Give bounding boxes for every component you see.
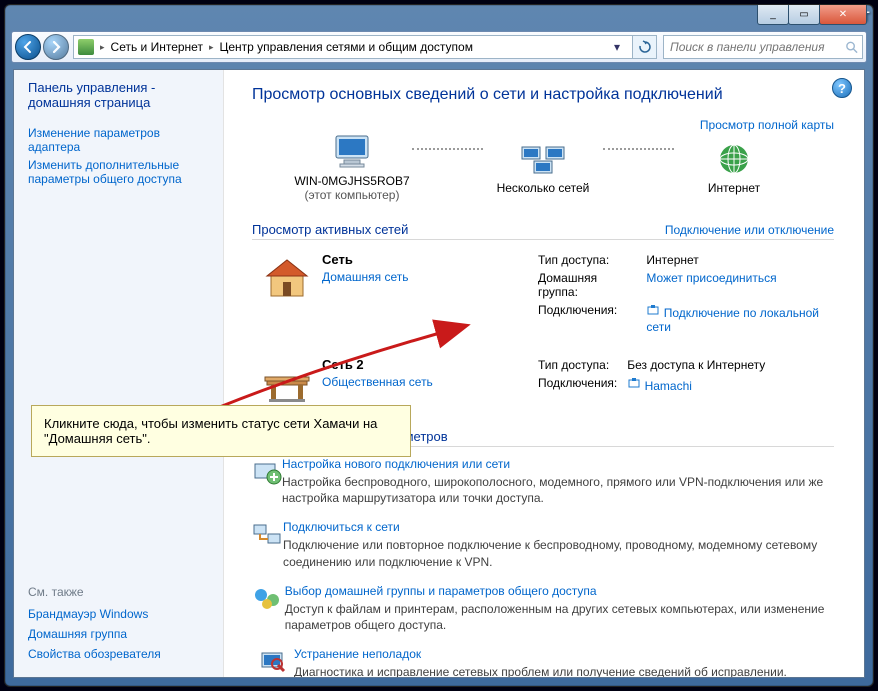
map-node-internet-label: Интернет: [664, 181, 804, 195]
net1-connections-label: Подключения:: [534, 302, 640, 335]
task-connect-network-desc: Подключение или повторное подключение к …: [283, 537, 834, 569]
navigation-bar: ▸ Сеть и Интернет ▸ Центр управления сет…: [11, 31, 867, 63]
seealso-title: См. также: [28, 585, 211, 599]
task-new-connection[interactable]: Настройка нового подключения или сети На…: [252, 457, 834, 506]
task-homegroup-sharing[interactable]: Выбор домашней группы и параметров общег…: [252, 584, 834, 633]
connect-network-icon: [252, 520, 283, 569]
task-homegroup-title: Выбор домашней группы и параметров общег…: [285, 584, 834, 598]
close-icon: ✕: [839, 9, 847, 20]
net2-access-label: Тип доступа:: [534, 357, 621, 373]
breadcrumb-seg1[interactable]: Сеть и Интернет: [111, 40, 203, 54]
refresh-button[interactable]: [633, 35, 657, 59]
address-bar[interactable]: ▸ Сеть и Интернет ▸ Центр управления сет…: [73, 35, 633, 59]
full-map-link[interactable]: Просмотр полной карты: [700, 118, 834, 132]
task-new-connection-title: Настройка нового подключения или сети: [282, 457, 834, 471]
map-connection: [603, 148, 674, 150]
net1-access-value: Интернет: [642, 252, 832, 268]
titlebar: _ ▭ ✕: [5, 5, 873, 31]
annotation-callout: Кликните сюда, чтобы изменить статус сет…: [31, 405, 411, 457]
sidebar-link-browser-properties[interactable]: Свойства обозревателя: [28, 647, 211, 661]
refresh-icon: [638, 40, 652, 54]
breadcrumb-chevron[interactable]: ▸: [207, 42, 216, 53]
task-connect-network-title: Подключиться к сети: [283, 520, 834, 534]
sidebar-link-firewall[interactable]: Брандмауэр Windows: [28, 607, 211, 621]
arrow-right-icon: [49, 40, 63, 54]
minimize-icon: _: [770, 9, 776, 20]
section-active-networks-label: Просмотр активных сетей: [252, 222, 408, 237]
task-troubleshoot-desc: Диагностика и исправление сетевых пробле…: [294, 664, 787, 677]
network1-type-link[interactable]: Домашняя сеть: [322, 270, 408, 284]
breadcrumb-seg2[interactable]: Центр управления сетями и общим доступом: [219, 40, 473, 54]
map-connection: [412, 148, 483, 150]
task-troubleshoot-title: Устранение неполадок: [294, 647, 787, 661]
network-map: WIN-0MGJHS5ROB7 (этот компьютер) Несколь…: [252, 132, 834, 206]
arrow-left-icon: [21, 40, 35, 54]
map-node-multi-label: Несколько сетей: [473, 181, 613, 195]
task-connect-network[interactable]: Подключиться к сети Подключение или повт…: [252, 520, 834, 569]
control-panel-icon: [78, 39, 94, 55]
sidebar-link-homegroup[interactable]: Домашняя группа: [28, 627, 211, 641]
search-input[interactable]: [668, 39, 845, 55]
help-button[interactable]: ?: [832, 78, 852, 98]
map-node-internet[interactable]: Интернет: [664, 139, 804, 195]
search-icon: [845, 40, 858, 54]
close-button[interactable]: ✕: [819, 5, 867, 25]
network1-name: Сеть: [322, 252, 532, 267]
sidebar-link-sharing-settings[interactable]: Изменить дополнительные параметры общего…: [28, 158, 211, 186]
breadcrumb-chevron[interactable]: ▸: [98, 42, 107, 53]
map-node-multi-networks[interactable]: Несколько сетей: [473, 139, 613, 195]
sidebar-link-adapter-settings[interactable]: Изменение параметров адаптера: [28, 126, 211, 154]
net2-connection-link[interactable]: Hamachi: [645, 379, 692, 393]
networks-icon: [473, 139, 613, 179]
search-box[interactable]: [663, 35, 863, 59]
map-node-this-pc[interactable]: WIN-0MGJHS5ROB7 (этот компьютер): [282, 132, 422, 202]
net1-connection-link[interactable]: Подключение по локальной сети: [646, 306, 819, 334]
back-button[interactable]: [15, 34, 41, 60]
globe-icon: [664, 139, 804, 179]
maximize-button[interactable]: ▭: [788, 5, 820, 25]
forward-button[interactable]: [43, 34, 69, 60]
address-dropdown-button[interactable]: ▾: [606, 36, 628, 58]
net1-homegroup-label: Домашняя группа:: [534, 270, 640, 300]
page-title: Просмотр основных сведений о сети и наст…: [252, 86, 834, 104]
task-homegroup-desc: Доступ к файлам и принтерам, расположенн…: [285, 601, 834, 633]
net1-access-label: Тип доступа:: [534, 252, 640, 268]
net2-access-value: Без доступа к Интернету: [623, 357, 769, 373]
connect-disconnect-link[interactable]: Подключение или отключение: [665, 223, 834, 237]
map-node-pc-name: WIN-0MGJHS5ROB7: [282, 174, 422, 188]
minimize-button[interactable]: _: [757, 5, 789, 25]
new-connection-icon: [252, 457, 282, 506]
troubleshoot-icon: [252, 647, 294, 677]
maximize-icon: ▭: [799, 9, 808, 20]
map-node-pc-sub: (этот компьютер): [282, 188, 422, 202]
home-network-icon: [252, 250, 322, 306]
ethernet-icon: [646, 303, 660, 317]
net2-connections-label: Подключения:: [534, 375, 621, 394]
ethernet-icon: [627, 376, 641, 390]
sidebar-home-link[interactable]: Панель управления - домашняя страница: [28, 80, 211, 110]
computer-icon: [282, 132, 422, 172]
net1-homegroup-link[interactable]: Может присоединиться: [646, 271, 776, 285]
homegroup-icon: [252, 584, 285, 633]
window-frame: MYDIV.NET _ ▭ ✕ ▸ Сеть и Интернет ▸ Цент…: [4, 4, 874, 687]
task-troubleshoot[interactable]: Устранение неполадок Диагностика и испра…: [252, 647, 834, 677]
task-new-connection-desc: Настройка беспроводного, широкополосного…: [282, 474, 834, 506]
section-active-networks: Просмотр активных сетей Подключение или …: [252, 222, 834, 240]
